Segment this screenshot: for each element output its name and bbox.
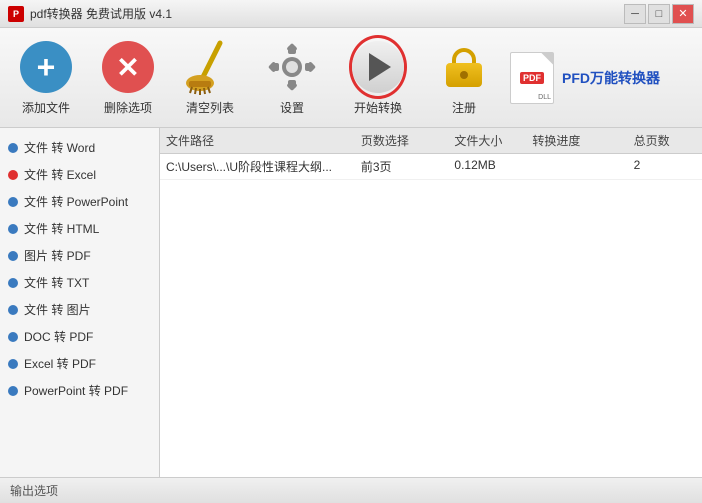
header-path: 文件路径 (166, 132, 361, 149)
row-size: 0.12MB (454, 158, 532, 175)
brand-area: PDF DLL PFD万能转换器 (510, 52, 650, 104)
title-bar-left: P pdf转换器 免费试用版 v4.1 (8, 5, 172, 22)
play-triangle-icon (369, 53, 391, 81)
add-file-button[interactable]: + 添加文件 (10, 39, 82, 116)
sidebar-item-word-label: 文件 转 Word (24, 139, 95, 156)
sidebar-item-ppt-pdf[interactable]: PowerPoint 转 PDF (0, 377, 159, 404)
lock-keyhole (460, 71, 468, 79)
start-outer-ring (349, 35, 407, 99)
output-options-label: 输出选项 (10, 482, 58, 499)
dot-icon (8, 143, 18, 153)
settings-icon-wrap (264, 39, 320, 95)
content-area: 文件路径 页数选择 文件大小 转换进度 总页数 C:\Users\...\U阶段… (160, 128, 702, 477)
sidebar-item-img[interactable]: 文件 转 图片 (0, 296, 159, 323)
bottom-bar: 输出选项 (0, 477, 702, 503)
row-path: C:\Users\...\U阶段性课程大纲... (166, 158, 361, 175)
dot-icon (8, 224, 18, 234)
lock-body (446, 63, 482, 87)
settings-button[interactable]: 设置 (256, 39, 328, 116)
gear-icon (266, 41, 318, 93)
broom-icon (184, 39, 236, 95)
app-icon: P (8, 6, 24, 22)
window-controls: ─ □ ✕ (624, 4, 694, 24)
dot-icon (8, 359, 18, 369)
sidebar-item-excel[interactable]: 文件 转 Excel (0, 161, 159, 188)
row-pages: 前3页 (361, 158, 455, 175)
table-row[interactable]: C:\Users\...\U阶段性课程大纲... 前3页 0.12MB 2 (160, 154, 702, 180)
maximize-button[interactable]: □ (648, 4, 670, 24)
sidebar-item-html-label: 文件 转 HTML (24, 220, 99, 237)
sidebar-item-powerpoint[interactable]: 文件 转 PowerPoint (0, 188, 159, 215)
row-progress (532, 158, 633, 175)
table-header: 文件路径 页数选择 文件大小 转换进度 总页数 (160, 128, 702, 154)
broom-icon-wrap (182, 39, 238, 95)
header-pages: 页数选择 (361, 132, 455, 149)
toolbar: + 添加文件 ✕ 删除选项 清空列表 (0, 28, 702, 128)
title-bar: P pdf转换器 免费试用版 v4.1 ─ □ ✕ (0, 0, 702, 28)
header-size: 文件大小 (454, 132, 532, 149)
sidebar-item-img-label: 文件 转 图片 (24, 301, 91, 318)
sidebar-item-excel-pdf-label: Excel 转 PDF (24, 355, 96, 372)
sidebar-item-excel-label: 文件 转 Excel (24, 166, 96, 183)
register-button[interactable]: 注册 (428, 39, 500, 116)
pdf-sub-text: DLL (538, 94, 551, 101)
main-area: 文件 转 Word 文件 转 Excel 文件 转 PowerPoint 文件 … (0, 128, 702, 477)
delete-button[interactable]: ✕ 删除选项 (92, 39, 164, 116)
sidebar-item-doc-pdf-label: DOC 转 PDF (24, 328, 93, 345)
sidebar-item-doc-pdf[interactable]: DOC 转 PDF (0, 323, 159, 350)
delete-icon: ✕ (102, 41, 154, 93)
brand-text: PFD万能转换器 (562, 68, 660, 88)
clear-list-label: 清空列表 (186, 99, 234, 116)
row-total: 2 (634, 158, 696, 175)
dot-icon (8, 170, 18, 180)
lock-icon (438, 41, 490, 93)
add-file-icon-wrap: + (18, 39, 74, 95)
dot-icon (8, 305, 18, 315)
clear-list-button[interactable]: 清空列表 (174, 39, 246, 116)
start-convert-label: 开始转换 (354, 99, 402, 116)
lock-icon-wrap (436, 39, 492, 95)
dot-icon (8, 332, 18, 342)
add-file-icon: + (20, 41, 72, 93)
table-body: C:\Users\...\U阶段性课程大纲... 前3页 0.12MB 2 (160, 154, 702, 477)
start-convert-button[interactable]: 开始转换 (338, 39, 418, 116)
header-progress: 转换进度 (532, 132, 633, 149)
app-title: pdf转换器 免费试用版 v4.1 (30, 5, 172, 22)
dot-icon (8, 197, 18, 207)
settings-label: 设置 (280, 99, 304, 116)
dot-icon (8, 386, 18, 396)
pdf-page-icon: PDF DLL (510, 52, 554, 104)
sidebar-item-powerpoint-label: 文件 转 PowerPoint (24, 193, 128, 210)
dot-icon (8, 251, 18, 261)
minimize-button[interactable]: ─ (624, 4, 646, 24)
delete-label: 删除选项 (104, 99, 152, 116)
sidebar-item-img-pdf-label: 图片 转 PDF (24, 247, 91, 264)
register-label: 注册 (452, 99, 476, 116)
header-total: 总页数 (634, 132, 696, 149)
pdf-badge: PDF (520, 72, 544, 84)
lock-shackle (452, 48, 476, 64)
close-button[interactable]: ✕ (672, 4, 694, 24)
pdf-brand-icon: PDF DLL PFD万能转换器 (510, 52, 660, 104)
dot-icon (8, 278, 18, 288)
add-file-label: 添加文件 (22, 99, 70, 116)
start-convert-icon-wrap (350, 39, 406, 95)
sidebar-item-excel-pdf[interactable]: Excel 转 PDF (0, 350, 159, 377)
sidebar-item-txt-label: 文件 转 TXT (24, 274, 89, 291)
sidebar-item-img-pdf[interactable]: 图片 转 PDF (0, 242, 159, 269)
start-inner-circle (352, 41, 404, 93)
sidebar-item-word[interactable]: 文件 转 Word (0, 134, 159, 161)
sidebar-item-txt[interactable]: 文件 转 TXT (0, 269, 159, 296)
sidebar: 文件 转 Word 文件 转 Excel 文件 转 PowerPoint 文件 … (0, 128, 160, 477)
sidebar-item-html[interactable]: 文件 转 HTML (0, 215, 159, 242)
delete-icon-wrap: ✕ (100, 39, 156, 95)
sidebar-item-ppt-pdf-label: PowerPoint 转 PDF (24, 382, 128, 399)
